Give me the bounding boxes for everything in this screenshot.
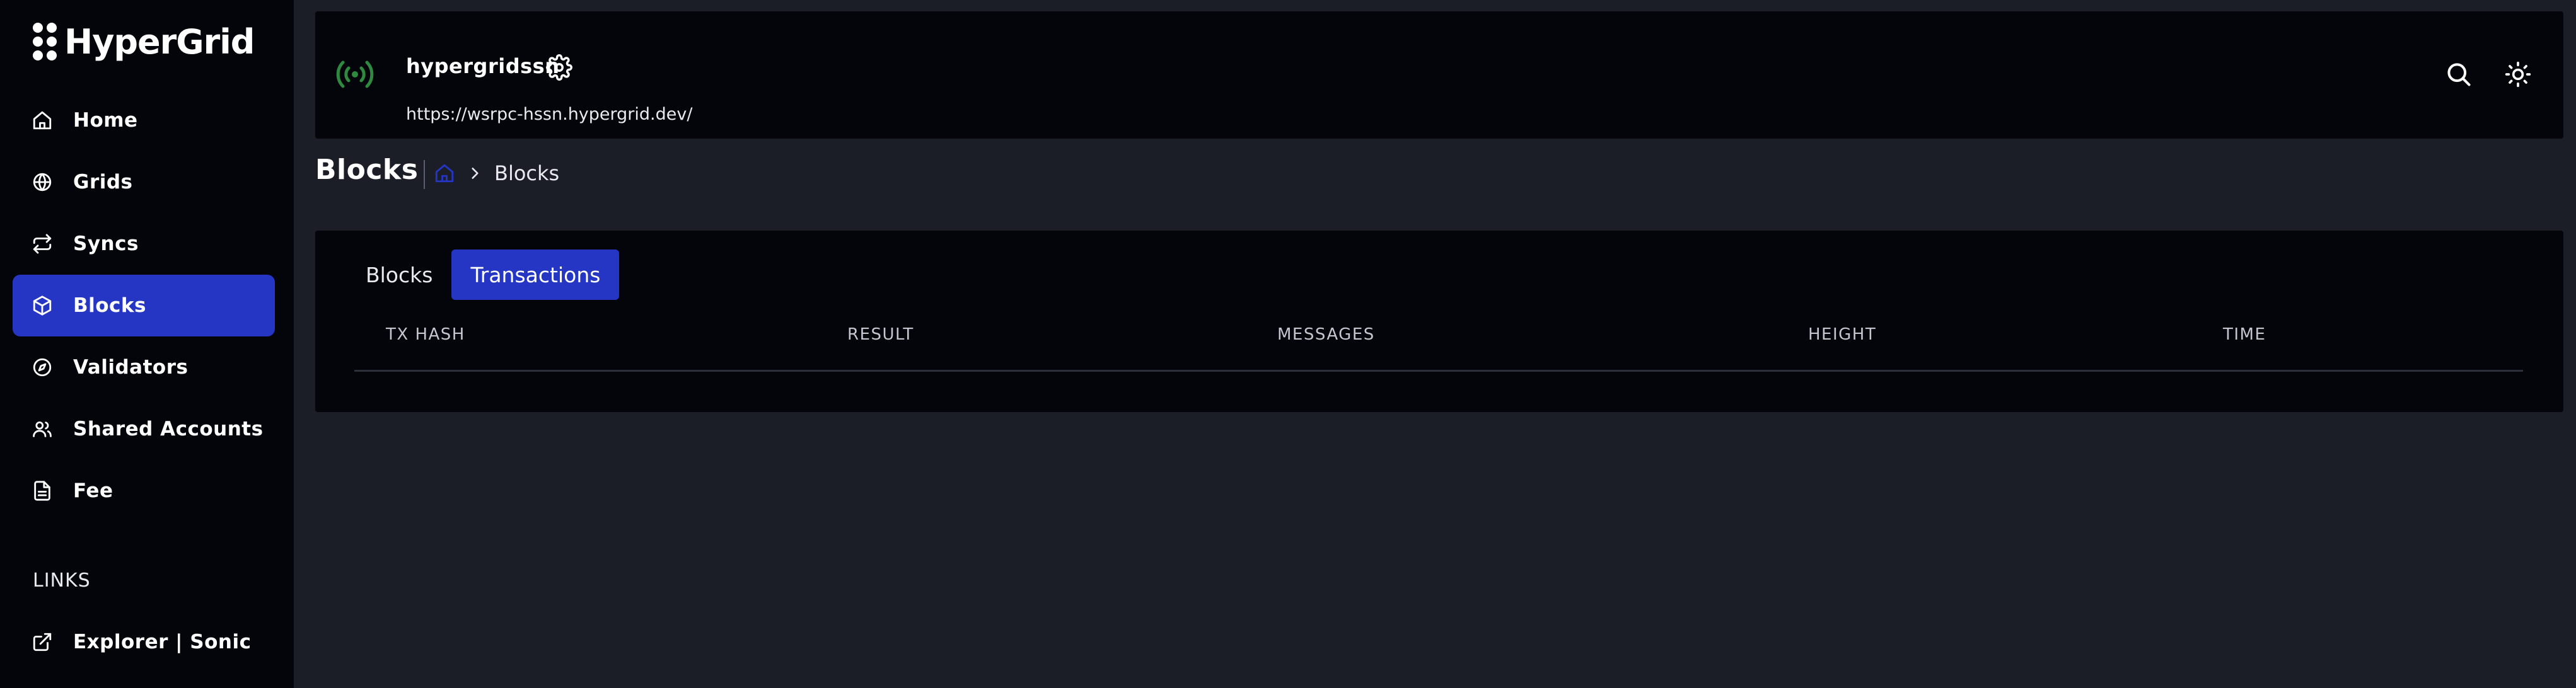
breadcrumb-divider xyxy=(424,160,425,189)
sidebar-link-explorer[interactable]: Explorer | Sonic xyxy=(13,611,275,673)
sidebar-item-label: Blocks xyxy=(73,294,146,317)
sidebar-item-fee[interactable]: Fee xyxy=(13,460,275,522)
network-url: https://wsrpc-hssn.hypergrid.dev/ xyxy=(406,105,693,124)
box-icon xyxy=(33,295,52,316)
links-heading: LINKS xyxy=(33,570,91,592)
tab-blocks[interactable]: Blocks xyxy=(347,249,451,300)
chevron-right-icon xyxy=(472,168,479,179)
transactions-card: Blocks Transactions TX HASH RESULT MESSA… xyxy=(315,231,2563,412)
sidebar-item-label: Shared Accounts xyxy=(73,418,264,440)
network-header: hypergridssn https://wsrpc-hssn.hypergri… xyxy=(315,11,2563,139)
column-header-time[interactable]: TIME xyxy=(2223,325,2266,344)
sidebar-link-label: Explorer | Sonic xyxy=(73,631,252,653)
sidebar-item-home[interactable]: Home xyxy=(13,89,275,151)
gear-icon[interactable] xyxy=(546,54,572,81)
broadcast-icon xyxy=(336,60,374,88)
sidebar-links: Explorer | Sonic xyxy=(13,611,275,673)
sidebar-item-shared-accounts[interactable]: Shared Accounts xyxy=(13,398,275,460)
logo-icon xyxy=(33,23,57,60)
column-header-result[interactable]: RESULT xyxy=(847,325,914,344)
sidebar-item-label: Syncs xyxy=(73,232,139,255)
sidebar-item-blocks[interactable]: Blocks xyxy=(13,275,275,336)
column-header-messages[interactable]: MESSAGES xyxy=(1277,325,1375,344)
tab-bar: Blocks Transactions xyxy=(347,249,620,300)
network-name: hypergridssn xyxy=(406,54,560,78)
page-title: Blocks xyxy=(315,154,419,186)
sidebar-item-label: Fee xyxy=(73,479,113,502)
column-header-tx-hash[interactable]: TX HASH xyxy=(386,325,465,344)
compass-icon xyxy=(33,358,52,377)
sidebar-item-label: Grids xyxy=(73,171,133,193)
sidebar-item-grids[interactable]: Grids xyxy=(13,151,275,213)
sidebar-item-label: Home xyxy=(73,109,138,132)
sidebar-item-label: Validators xyxy=(73,356,189,379)
file-text-icon xyxy=(34,481,50,501)
table-header: TX HASH RESULT MESSAGES HEIGHT TIME xyxy=(354,325,2523,372)
home-icon xyxy=(33,111,52,130)
brand-name: HyperGrid xyxy=(64,21,255,62)
column-header-height[interactable]: HEIGHT xyxy=(1808,325,1876,344)
external-link-icon xyxy=(33,633,52,651)
tab-transactions[interactable]: Transactions xyxy=(451,249,620,300)
sidebar-nav: Home Grids Syncs Blocks Validators Share… xyxy=(13,89,275,522)
sun-icon[interactable] xyxy=(2504,60,2532,88)
home-icon[interactable] xyxy=(434,163,455,184)
sidebar: HyperGrid Home Grids Syncs Blocks Valida… xyxy=(0,0,294,688)
globe-icon xyxy=(33,173,52,192)
repeat-icon xyxy=(33,234,52,254)
users-icon xyxy=(33,421,52,437)
sidebar-item-syncs[interactable]: Syncs xyxy=(13,213,275,275)
breadcrumb-current: Blocks xyxy=(494,161,560,185)
search-icon[interactable] xyxy=(2445,60,2473,88)
brand-logo[interactable]: HyperGrid xyxy=(32,20,255,63)
sidebar-item-validators[interactable]: Validators xyxy=(13,336,275,398)
